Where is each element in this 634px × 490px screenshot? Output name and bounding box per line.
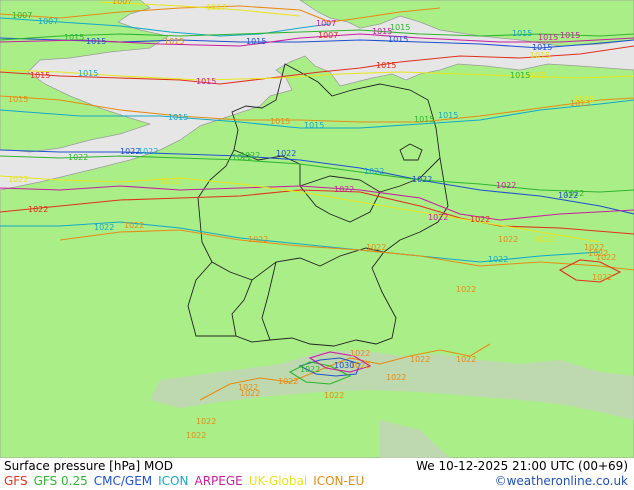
isobar-label: 1022 (8, 175, 28, 184)
isobar-label: 1015 (86, 37, 106, 46)
isobar-label: 1022 (240, 151, 260, 160)
isobar-label: 1007 (38, 17, 58, 26)
model-legend-item[interactable]: ICON (158, 474, 188, 488)
isobar-label: 1022 (470, 215, 490, 224)
isobar-label: 1015 (196, 77, 216, 86)
isobar-label: 1022 (350, 349, 370, 358)
isobar-label: 1015 (30, 71, 50, 80)
model-legend-item[interactable]: ICON-EU (313, 474, 364, 488)
isobar-label: 1030 (334, 361, 354, 370)
isobar-label: 1022 (196, 417, 216, 426)
isobar-label: 1022 (334, 185, 354, 194)
isobar-label: 1007 (112, 0, 132, 6)
isobar-label: 1015 (560, 31, 580, 40)
isobar-label: 1022 (124, 221, 144, 230)
isobar-label: 1022 (278, 377, 298, 386)
isobar-label: 1022 (386, 373, 406, 382)
isobar-label: 1007 (12, 11, 32, 20)
isobar-label: 1015 (538, 33, 558, 42)
isobar-label: 1022 (324, 391, 344, 400)
isobar-label: 1015 (390, 23, 410, 32)
isobar-label: 1022 (534, 235, 554, 244)
isobar-label: 1022 (488, 255, 508, 264)
isobar-label: 1007 (318, 31, 338, 40)
isobar-label: 1015 (530, 51, 550, 60)
isobar-label: 1007 (206, 3, 226, 12)
chart-title: Surface pressure [hPa] MOD (4, 459, 174, 473)
isobar-label: 1015 (246, 37, 266, 46)
isobar-label: 1015 (512, 29, 532, 38)
valid-datetime: We 10-12-2025 21:00 UTC (00+69) (416, 459, 628, 473)
isobar-label: 1022 (186, 431, 206, 440)
map-footer: Surface pressure [hPa] MOD We 10-12-2025… (0, 458, 634, 490)
isobar-label: 1022 (160, 177, 180, 186)
isobar-label: 1015 (510, 71, 530, 80)
isobar-label: 1015 (388, 35, 408, 44)
model-legend-item[interactable]: GFS 0.25 (34, 474, 88, 488)
credit-link[interactable]: ©weatheronline.co.uk (495, 474, 628, 488)
isobar-label: 1022 (496, 181, 516, 190)
isobar-label: 1015 (8, 95, 28, 104)
isobar-label: 1022 (498, 235, 518, 244)
isobar-label: 1022 (456, 285, 476, 294)
isobar-label: 1022 (456, 355, 476, 364)
isobar-label: 1015 (164, 37, 184, 46)
isobar-label: 1022 (364, 167, 384, 176)
isobar-label: 1015 (376, 61, 396, 70)
isobar-label: 1022 (68, 153, 88, 162)
isobar-label: 1015 (78, 69, 98, 78)
isobar-label: 1015 (168, 113, 188, 122)
model-legend: GFS GFS 0.25 CMC/GEM ICON ARPEGE UK-Global ICO… (4, 474, 370, 488)
isobar-label: 1022 (94, 223, 114, 232)
isobar-label: 1022 (412, 175, 432, 184)
isobar-label: 1007 (316, 19, 336, 28)
isobar-label: 1015 (270, 117, 290, 126)
isobar-label: 1015 (574, 95, 594, 104)
isobar-label: 1015 (304, 121, 324, 130)
isobar-label: 1022 (558, 191, 578, 200)
isobar-label: 1022 (410, 355, 430, 364)
isobar-label: 1022 (300, 365, 320, 374)
isobar-label: 1022 (428, 213, 448, 222)
model-legend-item[interactable]: ARPEGE (194, 474, 242, 488)
isobar-label: 1015 (438, 111, 458, 120)
model-legend-item[interactable]: GFS (4, 474, 28, 488)
isobar-label: 1022 (240, 389, 260, 398)
isobar-label: 1022 (248, 235, 268, 244)
isobar-label: 1015 (414, 115, 434, 124)
isobar-label: 1022 (588, 249, 608, 258)
model-legend-item[interactable]: CMC/GEM (94, 474, 152, 488)
isobar-label: 1022 (592, 273, 612, 282)
pressure-map: 1007100710071007100710071015 10151015 1015… (0, 0, 634, 458)
isobar-label: 1022 (366, 243, 386, 252)
isobar-label: 1015 (64, 33, 84, 42)
isobar-label: 1022 (138, 147, 158, 156)
model-legend-item[interactable]: UK-Global (249, 474, 307, 488)
isobar-label: 1022 (276, 149, 296, 158)
isobar-label: 1022 (28, 205, 48, 214)
